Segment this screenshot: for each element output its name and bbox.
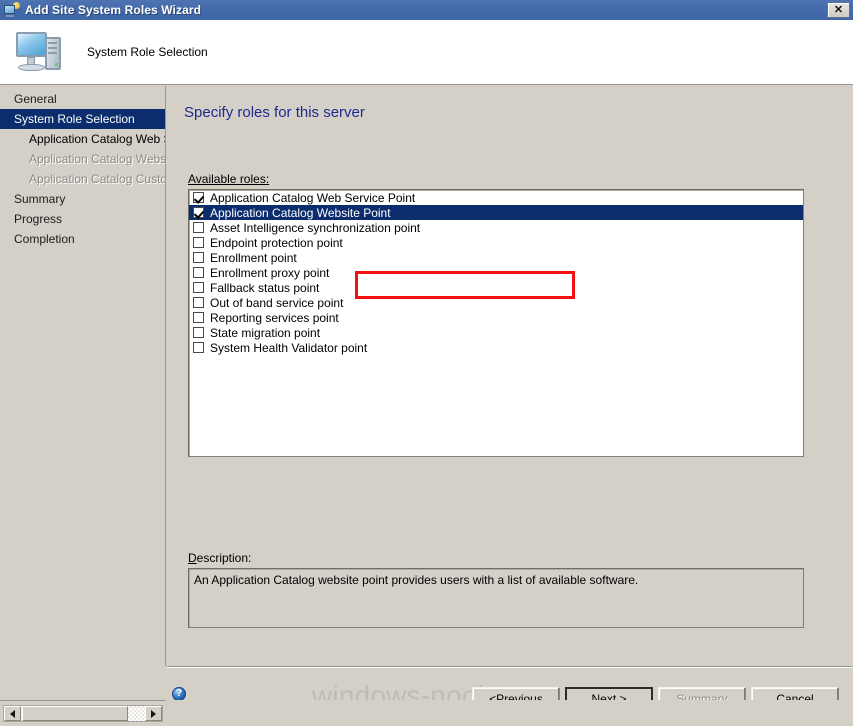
wizard-step-nav: General System Role Selection Applicatio… <box>0 86 166 666</box>
role-item-reporting-services-point[interactable]: Reporting services point <box>189 310 803 325</box>
checkbox-icon[interactable] <box>193 237 204 248</box>
sidebar-item-label: System Role Selection <box>14 112 135 126</box>
role-item-enrollment-proxy-point[interactable]: Enrollment proxy point <box>189 265 803 280</box>
role-label: State migration point <box>210 325 321 340</box>
role-item-app-catalog-website-point[interactable]: Application Catalog Website Point <box>189 205 803 220</box>
checkbox-icon[interactable] <box>193 327 204 338</box>
scrollbar-thumb[interactable] <box>22 706 128 721</box>
scrollbar-track[interactable] <box>3 705 163 722</box>
checkbox-icon[interactable] <box>193 207 204 218</box>
role-label: Fallback status point <box>210 280 320 295</box>
scroll-right-icon[interactable] <box>145 706 162 721</box>
checkbox-icon[interactable] <box>193 222 204 233</box>
role-label: Reporting services point <box>210 310 339 325</box>
available-roles-label: Available roles: <box>188 172 270 186</box>
role-item-endpoint-protection-point[interactable]: Endpoint protection point <box>189 235 803 250</box>
role-label: Enrollment point <box>210 250 297 265</box>
horizontal-scrollbar[interactable] <box>0 700 166 726</box>
role-label: Application Catalog Web Service Point <box>210 190 416 205</box>
page-title: Specify roles for this server <box>184 104 365 121</box>
help-icon[interactable]: ? <box>172 687 186 701</box>
role-item-state-migration-point[interactable]: State migration point <box>189 325 803 340</box>
footer-filler <box>166 700 853 726</box>
checkbox-icon[interactable] <box>193 312 204 323</box>
sidebar-item-general[interactable]: General <box>0 89 165 109</box>
window-title: Add Site System Roles Wizard <box>25 3 202 17</box>
role-label: Application Catalog Website Point <box>210 205 391 220</box>
checkbox-icon[interactable] <box>193 192 204 203</box>
sidebar-item-label: General <box>14 92 57 106</box>
sidebar-item-system-role-selection[interactable]: System Role Selection <box>0 109 165 129</box>
wizard-header: System Role Selection <box>0 20 853 85</box>
checkbox-icon[interactable] <box>193 342 204 353</box>
role-label: System Health Validator point <box>210 340 368 355</box>
sidebar-item-label: Application Catalog Web Se <box>29 132 166 146</box>
scroll-left-icon[interactable] <box>4 706 21 721</box>
checkbox-icon[interactable] <box>193 252 204 263</box>
role-label: Endpoint protection point <box>210 235 343 250</box>
window-titlebar: Add Site System Roles Wizard ✕ <box>0 0 853 20</box>
role-item-fallback-status-point[interactable]: Fallback status point <box>189 280 803 295</box>
site-system-wizard-icon <box>4 2 20 18</box>
role-item-enrollment-point[interactable]: Enrollment point <box>189 250 803 265</box>
role-description-box: An Application Catalog website point pro… <box>188 568 804 628</box>
sidebar-item-label: Completion <box>14 232 75 246</box>
role-label: Asset Intelligence synchronization point <box>210 220 421 235</box>
computer-icon <box>14 28 70 76</box>
sidebar-item-summary[interactable]: Summary <box>0 189 165 209</box>
role-item-app-catalog-web-service-point[interactable]: Application Catalog Web Service Point <box>189 190 803 205</box>
sidebar-item-app-catalog-web-service[interactable]: Application Catalog Web Se <box>0 129 165 149</box>
sidebar-item-label: Summary <box>14 192 66 206</box>
checkbox-icon[interactable] <box>193 297 204 308</box>
role-item-asset-intelligence-sync-point[interactable]: Asset Intelligence synchronization point <box>189 220 803 235</box>
sidebar-item-label: Application Catalog Customi <box>29 172 166 186</box>
role-description-text: An Application Catalog website point pro… <box>194 573 639 587</box>
checkbox-icon[interactable] <box>193 282 204 293</box>
wizard-step-title: System Role Selection <box>87 45 208 59</box>
role-label: Enrollment proxy point <box>210 265 330 280</box>
close-icon[interactable]: ✕ <box>827 2 850 18</box>
role-item-out-of-band-service-point[interactable]: Out of band service point <box>189 295 803 310</box>
role-label: Out of band service point <box>210 295 344 310</box>
checkbox-icon[interactable] <box>193 267 204 278</box>
available-roles-listbox[interactable]: Application Catalog Web Service Point Ap… <box>188 189 804 457</box>
sidebar-item-completion[interactable]: Completion <box>0 229 165 249</box>
add-site-system-roles-wizard-window: Add Site System Roles Wizard ✕ System Ro… <box>0 0 853 726</box>
sidebar-item-app-catalog-customization[interactable]: Application Catalog Customi <box>0 169 165 189</box>
sidebar-item-label: Application Catalog Website <box>29 152 166 166</box>
sidebar-item-progress[interactable]: Progress <box>0 209 165 229</box>
wizard-content-panel: Specify roles for this server Available … <box>167 86 853 666</box>
role-item-system-health-validator-point[interactable]: System Health Validator point <box>189 340 803 355</box>
sidebar-item-app-catalog-website[interactable]: Application Catalog Website <box>0 149 165 169</box>
description-label: Description: <box>188 551 252 565</box>
sidebar-item-label: Progress <box>14 212 63 226</box>
